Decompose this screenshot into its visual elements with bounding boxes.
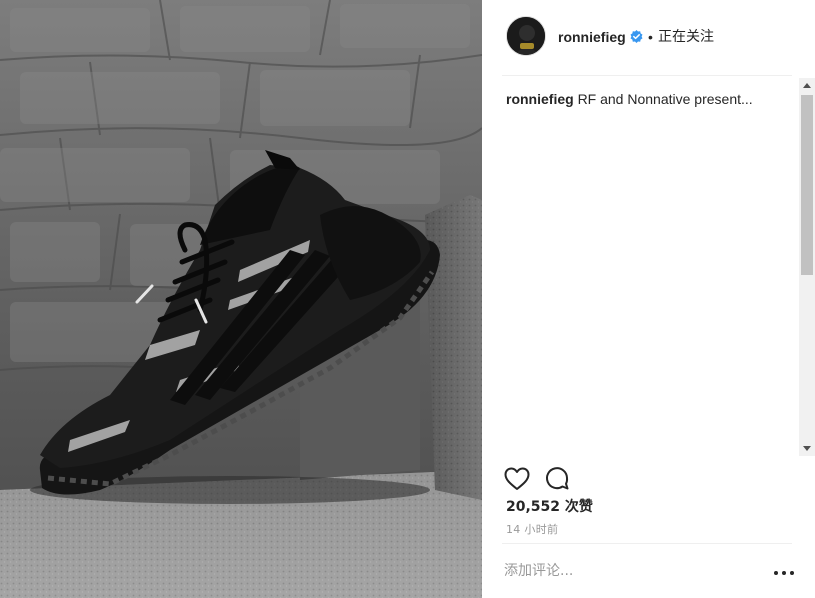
more-options-button[interactable] (772, 562, 796, 582)
scrollbar-thumb[interactable] (801, 95, 813, 275)
avatar[interactable] (506, 16, 546, 56)
scroll-down-arrow-icon[interactable] (799, 440, 815, 456)
speech-bubble-icon (546, 467, 569, 490)
like-count[interactable]: 20,552 次赞 (506, 498, 593, 516)
like-button[interactable] (502, 464, 532, 494)
post-caption: ronniefieg RF and Nonnative present... (506, 90, 796, 108)
scroll-up-arrow-icon[interactable] (799, 78, 815, 94)
author-username[interactable]: ronniefieg (558, 28, 626, 46)
post-details-panel: ronniefieg • 正在关注 ronniefieg RF and Nonn… (482, 0, 815, 598)
comments-area: ronniefieg RF and Nonnative present... (482, 76, 815, 454)
add-comment-section (482, 544, 815, 598)
comment-button[interactable] (542, 464, 572, 494)
caption-username[interactable]: ronniefieg (506, 91, 574, 107)
separator-dot: • (648, 29, 653, 45)
post-header: ronniefieg • 正在关注 (482, 0, 815, 76)
following-button[interactable]: 正在关注 (658, 28, 714, 46)
post-actions (482, 458, 815, 498)
post-photo[interactable] (0, 0, 482, 598)
more-options-icon (774, 571, 778, 575)
comment-input[interactable] (504, 560, 754, 582)
post-timestamp[interactable]: 14 小时前 (506, 522, 558, 538)
comments-scrollbar[interactable] (799, 78, 815, 456)
heart-outline-icon (504, 467, 530, 490)
verified-badge-icon (630, 30, 643, 43)
sneaker-image (0, 0, 482, 598)
avatar-icon (507, 17, 545, 55)
caption-text: RF and Nonnative present... (577, 91, 753, 107)
